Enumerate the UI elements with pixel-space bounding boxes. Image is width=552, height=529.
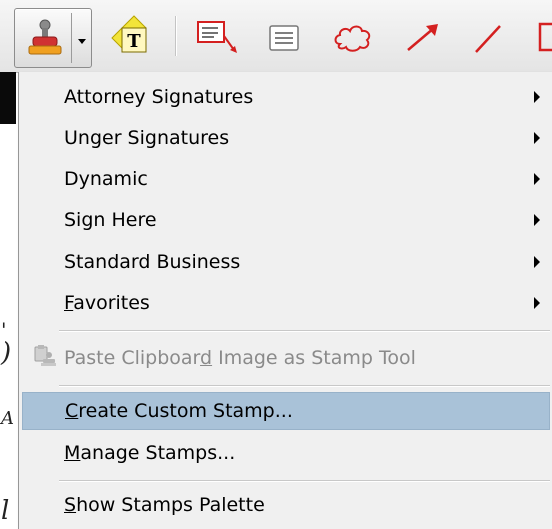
arrow-icon[interactable] [400,18,444,62]
text-callout-icon[interactable] [190,16,242,64]
label-rest: avorites [73,292,150,314]
stamp-dropdown-menu: Attorney Signatures Unger Signatures Dyn… [18,72,552,529]
line-icon[interactable] [468,18,508,62]
submenu-arrow-icon [534,132,540,144]
menu-item-label: Paste Clipboard Image as Stamp Tool [64,347,416,369]
menu-separator [59,385,550,387]
toolbar-separator [175,16,177,56]
label-rest: reate Custom Stamp... [78,400,293,422]
menu-item-label: Unger Signatures [64,127,230,149]
label-rest: how Stamps Palette [76,494,265,516]
mnemonic: M [64,442,81,464]
text-box-icon[interactable] [264,22,304,58]
cloud-icon[interactable] [330,20,376,60]
menu-item-label: Sign Here [64,209,157,231]
menu-item-show-stamps-palette[interactable]: Show Stamps Palette [22,486,550,524]
svg-text:T: T [127,31,141,52]
menu-item-favorites[interactable]: Favorites [22,284,550,322]
menu-item-label: Dynamic [64,168,148,190]
document-fragment: ) [1,338,12,368]
menu-item-label: Favorites [64,292,150,314]
document-fragment: l [1,496,10,526]
menu-separator [59,330,550,332]
text-highlight-icon[interactable]: T [106,10,156,64]
menu-item-standard-business[interactable]: Standard Business [22,243,550,281]
paste-stamp-icon [32,345,56,371]
annotation-toolbar: T [0,0,552,73]
submenu-arrow-icon [534,214,540,226]
stamp-icon [23,19,67,63]
menu-item-sign-here[interactable]: Sign Here [22,201,550,239]
mnemonic: F [64,292,74,314]
submenu-arrow-icon [534,173,540,185]
label-pre: Paste Clipboar [64,347,201,369]
menu-item-unger-signatures[interactable]: Unger Signatures [22,119,550,157]
submenu-arrow-icon [534,297,540,309]
rectangle-icon[interactable] [532,20,552,58]
dropdown-arrow-icon[interactable] [77,31,87,50]
menu-separator [59,480,550,482]
menu-item-manage-stamps[interactable]: Manage Stamps... [22,434,550,472]
menu-item-paste-clipboard-image[interactable]: Paste Clipboard Image as Stamp Tool [22,339,550,377]
menu-item-label: Manage Stamps... [64,442,235,464]
mnemonic: C [65,400,79,422]
document-fragment: A [1,408,14,429]
menu-item-attorney-signatures[interactable]: Attorney Signatures [22,78,550,116]
menu-item-label: Attorney Signatures [64,86,254,108]
mnemonic: d [200,347,213,369]
button-split-divider [71,13,72,63]
menu-item-label: Create Custom Stamp... [65,400,293,422]
submenu-arrow-icon [534,256,540,268]
label-rest: anage Stamps... [80,442,236,464]
menu-item-create-custom-stamp[interactable]: Create Custom Stamp... [22,392,550,430]
menu-item-label: Show Stamps Palette [64,494,265,516]
menu-item-label: Standard Business [64,251,241,273]
label-post: Image as Stamp Tool [212,347,416,369]
mnemonic: S [64,494,77,516]
stamp-tool-button[interactable] [14,8,92,68]
menu-item-dynamic[interactable]: Dynamic [22,160,550,198]
document-edge [0,72,16,124]
submenu-arrow-icon [534,91,540,103]
